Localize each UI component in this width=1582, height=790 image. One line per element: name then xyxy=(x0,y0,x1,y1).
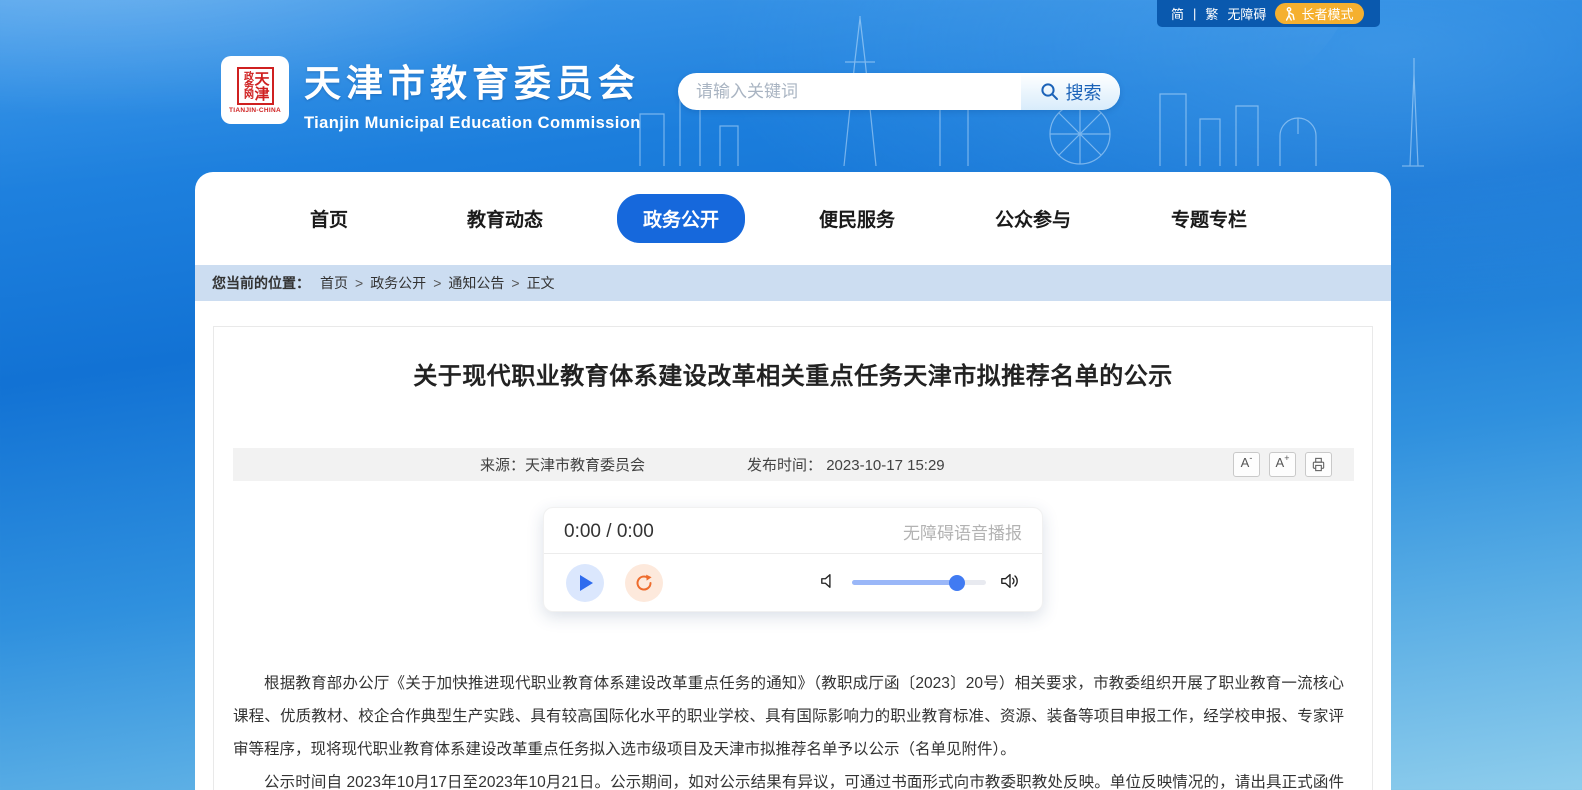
lang-traditional-link[interactable]: 繁 xyxy=(1205,4,1218,23)
font-increase-button[interactable]: A+ xyxy=(1269,452,1296,477)
tianjin-seal: 政务网 天津 xyxy=(237,67,274,105)
breadcrumb-separator: > xyxy=(355,275,363,291)
speaker-low-icon xyxy=(820,572,838,590)
nav-item-home[interactable]: 首页 xyxy=(241,205,417,232)
breadcrumb-label: 您当前的位置： xyxy=(212,273,310,293)
time-label: 发布时间： xyxy=(747,457,822,474)
article-publish-time: 发布时间： 2023-10-17 15:29 xyxy=(747,454,945,475)
breadcrumb-separator: > xyxy=(433,275,441,291)
article-source: 来源：天津市教育委员会 xyxy=(480,454,645,475)
breadcrumb: 您当前的位置： 首页 > 政务公开 > 通知公告 > 正文 xyxy=(195,265,1391,301)
main-nav: 首页 教育动态 政务公开 便民服务 公众参与 专题专栏 xyxy=(195,172,1391,265)
play-button[interactable] xyxy=(566,564,604,602)
player-controls xyxy=(544,554,1042,611)
audio-player: 0:00 / 0:00 无障碍语音播报 xyxy=(543,507,1043,612)
search-input[interactable] xyxy=(678,73,1021,110)
breadcrumb-gov-link[interactable]: 政务公开 xyxy=(370,273,426,293)
article-tools: A- A+ xyxy=(1233,452,1332,477)
article-paragraph: 根据教育部办公厅《关于加快推进现代职业教育体系建设改革重点任务的通知》（教职成厅… xyxy=(233,667,1344,766)
font-letter: A xyxy=(1276,456,1285,469)
article-paragraph: 公示时间自 2023年10月17日至2023年10月21日。公示期间，如对公示结… xyxy=(233,766,1344,790)
article-card: 关于现代职业教育体系建设改革相关重点任务天津市拟推荐名单的公示 来源：天津市教育… xyxy=(213,326,1373,790)
site-logo[interactable]: 政务网 天津 TIANJIN-CHINA xyxy=(221,56,289,124)
nav-item-label: 教育动态 xyxy=(467,205,543,232)
breadcrumb-current: 正文 xyxy=(527,273,555,293)
nav-item-label: 首页 xyxy=(310,205,348,232)
elder-person-icon xyxy=(1283,7,1296,21)
lang-divider: | xyxy=(1193,6,1196,21)
seal-left-text: 政务网 xyxy=(242,71,252,101)
breadcrumb-home-link[interactable]: 首页 xyxy=(320,273,348,293)
player-time-display: 0:00 / 0:00 xyxy=(564,521,654,543)
elder-mode-label: 长者模式 xyxy=(1301,4,1353,23)
player-caption: 无障碍语音播报 xyxy=(903,519,1022,544)
speaker-loud-icon xyxy=(1000,572,1020,590)
volume-max-button[interactable] xyxy=(1000,572,1020,593)
main-container: 首页 教育动态 政务公开 便民服务 公众参与 专题专栏 您当前的位置： 首页 >… xyxy=(195,172,1391,790)
top-utility-bar: 简 | 繁 无障碍 长者模式 xyxy=(1157,0,1380,27)
replay-icon xyxy=(634,573,654,593)
volume-thumb[interactable] xyxy=(949,575,965,591)
print-button[interactable] xyxy=(1305,452,1332,477)
time-value: 2023-10-17 15:29 xyxy=(826,457,944,474)
site-title-block: 天津市教育委员会 Tianjin Municipal Education Com… xyxy=(304,53,641,133)
font-decrease-button[interactable]: A- xyxy=(1233,452,1260,477)
nav-item-public-participation[interactable]: 公众参与 xyxy=(945,205,1121,232)
breadcrumb-notice-link[interactable]: 通知公告 xyxy=(448,273,504,293)
volume-fill xyxy=(852,580,957,585)
nav-item-label: 便民服务 xyxy=(819,205,895,232)
site-title-cn: 天津市教育委员会 xyxy=(304,53,641,107)
search-button[interactable]: 搜索 xyxy=(1021,73,1120,110)
site-header: 简 | 繁 无障碍 长者模式 政务网 天津 TIANJIN-CHINA 天津市教… xyxy=(0,0,1582,172)
lang-simplified-link[interactable]: 简 xyxy=(1171,4,1184,23)
nav-item-label: 专题专栏 xyxy=(1171,205,1247,232)
player-header: 0:00 / 0:00 无障碍语音播报 xyxy=(544,508,1042,554)
seal-right-text: 天津 xyxy=(254,71,269,101)
mute-button[interactable] xyxy=(820,572,838,593)
accessibility-link[interactable]: 无障碍 xyxy=(1227,4,1266,23)
nav-item-special-topics[interactable]: 专题专栏 xyxy=(1121,205,1297,232)
volume-slider[interactable] xyxy=(852,580,986,585)
nav-item-label: 公众参与 xyxy=(995,205,1071,232)
printer-icon xyxy=(1311,457,1326,472)
elder-mode-button[interactable]: 长者模式 xyxy=(1275,3,1364,24)
search-button-label: 搜索 xyxy=(1066,79,1102,105)
site-title-en: Tianjin Municipal Education Commission xyxy=(304,114,641,133)
replay-button[interactable] xyxy=(625,564,663,602)
content-area: 关于现代职业教育体系建设改革相关重点任务天津市拟推荐名单的公示 来源：天津市教育… xyxy=(195,301,1391,790)
nav-item-public-services[interactable]: 便民服务 xyxy=(769,205,945,232)
font-letter: A xyxy=(1241,456,1250,469)
nav-item-government-affairs[interactable]: 政务公开 xyxy=(593,194,769,243)
article-title: 关于现代职业教育体系建设改革相关重点任务天津市拟推荐名单的公示 xyxy=(214,327,1372,391)
source-label: 来源： xyxy=(480,457,525,474)
play-icon xyxy=(580,575,594,591)
search-icon xyxy=(1040,82,1059,101)
article-body: 根据教育部办公厅《关于加快推进现代职业教育体系建设改革重点任务的通知》（教职成厅… xyxy=(233,667,1344,790)
source-value: 天津市教育委员会 xyxy=(525,457,645,474)
breadcrumb-separator: > xyxy=(511,275,519,291)
minus-sign: - xyxy=(1249,454,1252,463)
nav-item-label: 政务公开 xyxy=(617,194,745,243)
plus-sign: + xyxy=(1284,454,1289,463)
nav-item-education-news[interactable]: 教育动态 xyxy=(417,205,593,232)
article-meta-bar: 来源：天津市教育委员会 发布时间： 2023-10-17 15:29 A- A+ xyxy=(233,448,1354,481)
search-box: 搜索 xyxy=(678,73,1120,110)
seal-caption: TIANJIN-CHINA xyxy=(229,107,281,114)
